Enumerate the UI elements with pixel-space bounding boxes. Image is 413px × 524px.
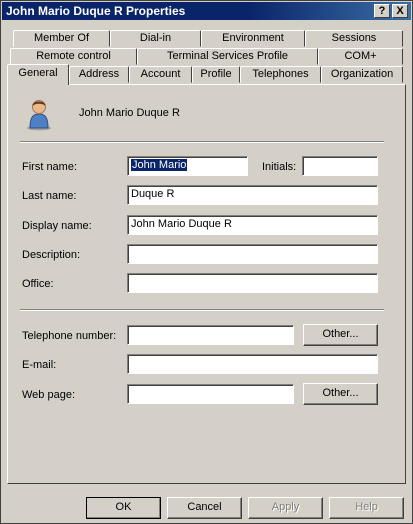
window-title: John Mario Duque R Properties [6,4,186,18]
web-page-field[interactable] [127,384,294,404]
help-icon[interactable]: ? [374,4,390,18]
initials-label: Initials: [262,161,297,173]
initials-field[interactable] [302,156,378,176]
web-page-other-button[interactable]: Other... [303,383,378,405]
last-name-field[interactable]: Duque R [127,185,378,205]
properties-dialog: John Mario Duque R Properties ? X Member… [0,0,413,524]
user-display-name: John Mario Duque R [79,107,180,119]
close-icon[interactable]: X [392,4,408,18]
ok-button[interactable]: OK [86,497,161,519]
tab-member-of[interactable]: Member Of [13,30,110,47]
telephone-field[interactable] [127,325,294,345]
title-bar[interactable]: John Mario Duque R Properties ? X [2,2,411,20]
email-label: E-mail: [22,359,57,371]
email-field[interactable] [127,354,378,374]
cancel-button[interactable]: Cancel [167,497,242,519]
user-icon [25,97,53,134]
tab-environment[interactable]: Environment [201,30,305,47]
tab-general[interactable]: General [7,64,69,85]
tab-profile[interactable]: Profile [192,66,240,83]
first-name-value: John Mario [131,159,188,171]
telephone-other-button[interactable]: Other... [303,324,378,346]
last-name-label: Last name: [22,190,77,202]
tab-dial-in[interactable]: Dial-in [110,30,201,47]
tab-terminal-services-profile[interactable]: Terminal Services Profile [137,48,318,65]
display-name-field[interactable]: John Mario Duque R [127,215,378,235]
telephone-label: Telephone number: [22,330,117,342]
first-name-label: First name: [22,161,78,173]
general-tab-panel: John Mario Duque R First name: John Mari… [7,84,406,484]
web-page-label: Web page: [22,389,76,401]
description-label: Description: [22,249,81,261]
description-field[interactable] [127,244,378,264]
office-field[interactable] [127,273,378,293]
office-label: Office: [22,278,54,290]
tab-com-plus[interactable]: COM+ [318,48,403,65]
help-button[interactable]: Help [329,497,404,519]
tab-organization[interactable]: Organization [321,66,403,83]
separator-top [20,141,384,143]
separator-middle [20,309,384,311]
tab-sessions[interactable]: Sessions [305,30,403,47]
tab-address[interactable]: Address [69,66,129,83]
tab-account[interactable]: Account [129,66,192,83]
tab-telephones[interactable]: Telephones [240,66,321,83]
tab-remote-control[interactable]: Remote control [10,48,137,65]
display-name-label: Display name: [22,220,92,232]
first-name-field[interactable]: John Mario [127,156,248,176]
apply-button[interactable]: Apply [248,497,323,519]
